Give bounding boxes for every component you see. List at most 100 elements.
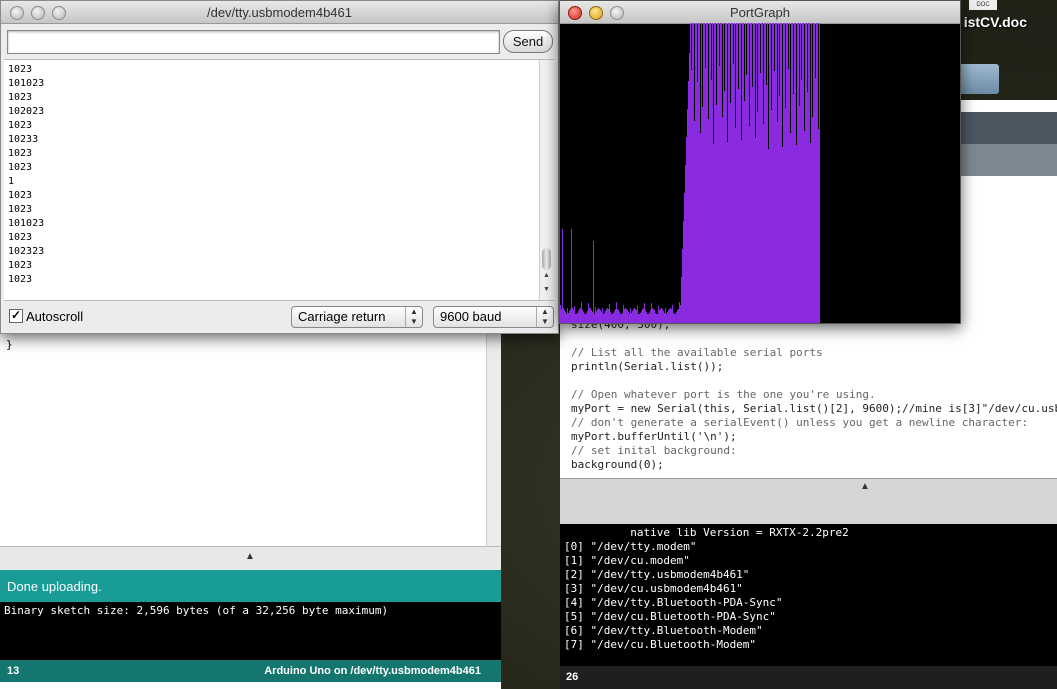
graph-sample [723,23,724,323]
graph-sample [599,309,600,323]
graph-sample [577,313,578,323]
graph-sample [799,106,800,323]
graph-sample [735,128,736,323]
graph-sample [686,137,687,323]
graph-sample [597,309,598,323]
graph-sample [784,23,785,323]
graph-sample [608,309,609,323]
desktop-file-label[interactable]: istCV.doc [964,14,1027,30]
line-ending-value: Carriage return [298,309,386,324]
graph-sample [800,23,801,323]
caret-up-icon: ▲ [860,481,870,492]
graph-sample [640,313,641,323]
serial-line: 101023 [8,218,45,229]
graph-sample [602,308,603,323]
arduino-split-divider[interactable]: ▲ [0,546,501,571]
code-text[interactable]: } [6,338,13,351]
graph-sample [585,314,586,323]
graph-sample [572,308,573,323]
graph-sample [765,23,766,323]
serial-line: 101023 [8,78,45,89]
console-line: [0] "/dev/tty.modem" [564,540,697,553]
graph-sample [806,23,807,323]
graph-sample [807,92,808,323]
graph-sample [730,103,731,323]
graph-sample [726,23,727,323]
console-line: [3] "/dev/cu.usbmodem4b461" [564,582,743,595]
graph-sample [754,23,755,323]
serial-scrollbar[interactable]: ▲ ▼ [539,60,554,300]
graph-sample [763,124,764,323]
graph-sample [628,312,629,323]
graph-sample [736,23,737,323]
console-output: Binary sketch size: 2,596 bytes (of a 32… [4,604,389,617]
graph-sample [702,107,703,323]
graph-sample [695,23,696,323]
graph-sample [596,311,597,323]
arduino-console: Binary sketch size: 2,596 bytes (of a 32… [0,602,501,660]
graph-sample [793,94,794,323]
send-button[interactable]: Send [503,30,553,53]
graph-sample [734,23,735,323]
graph-sample [722,117,723,323]
graph-sample [661,308,662,323]
graph-sample [724,91,725,323]
graph-sample [677,310,678,323]
scroll-down-arrow-icon[interactable]: ▼ [543,286,550,293]
graph-sample [595,307,596,323]
graph-sample [769,23,770,323]
graph-sample [741,140,742,323]
graph-sample [715,23,716,323]
graph-sample [681,277,682,323]
graph-sample [578,311,579,323]
processing-status-footer: 26 [560,666,1057,689]
graph-sample [812,117,813,323]
graph-sample [711,80,712,323]
graph-sample [581,302,582,323]
graph-sample [666,314,667,323]
graph-sample [720,23,721,323]
graph-sample [733,64,734,323]
graph-sample [644,303,645,323]
scrollbar-thumb[interactable] [542,248,551,270]
graph-sample [621,314,622,323]
code-line: println(Serial.list()); [571,360,724,373]
scroll-up-arrow-icon[interactable]: ▲ [543,272,550,279]
graph-sample [610,312,611,323]
graph-sample [705,68,706,323]
processing-split-divider[interactable]: ▲ [560,478,1057,525]
graph-sample [709,23,710,323]
console-line: [1] "/dev/cu.modem" [564,554,690,567]
graph-sample [794,23,795,323]
send-input[interactable] [7,30,500,54]
graph-sample [770,23,771,323]
processing-code-area[interactable]: size(400, 300); // List all the availabl… [571,318,1057,472]
portgraph-titlebar[interactable]: PortGraph [560,1,960,24]
graph-sample [805,23,806,323]
document-icon[interactable]: DOC [969,0,997,10]
graph-sample [649,313,650,323]
board-port-info: Arduino Uno on /dev/tty.usbmodem4b461 [264,665,481,677]
graph-sample [811,23,812,323]
line-number: 13 [7,665,20,677]
graph-sample [761,23,762,323]
graph-sample [687,109,688,323]
console-line: [4] "/dev/tty.Bluetooth-PDA-Sync" [564,596,783,609]
autoscroll-checkbox[interactable]: ✓ [9,309,23,323]
serial-monitor-titlebar[interactable]: /dev/tty.usbmodem4b461 [1,1,558,24]
graph-sample [753,23,754,323]
line-ending-select[interactable]: Carriage return ▲ ▼ [291,306,423,328]
graph-sample [772,23,773,323]
serial-line: 1023 [8,162,33,173]
graph-sample [785,108,786,323]
graph-sample [808,23,809,323]
graph-sample [647,314,648,323]
graph-sample [757,112,758,323]
graph-sample [571,229,572,323]
editor-scrollbar[interactable] [486,320,501,546]
graph-sample [727,142,728,323]
graph-sample [601,312,602,323]
graph-sample [561,309,562,323]
arduino-editor-window: } ▲ Done uploading. Binary sketch size: … [0,320,501,689]
baud-rate-select[interactable]: 9600 baud ▲ ▼ [433,306,554,328]
